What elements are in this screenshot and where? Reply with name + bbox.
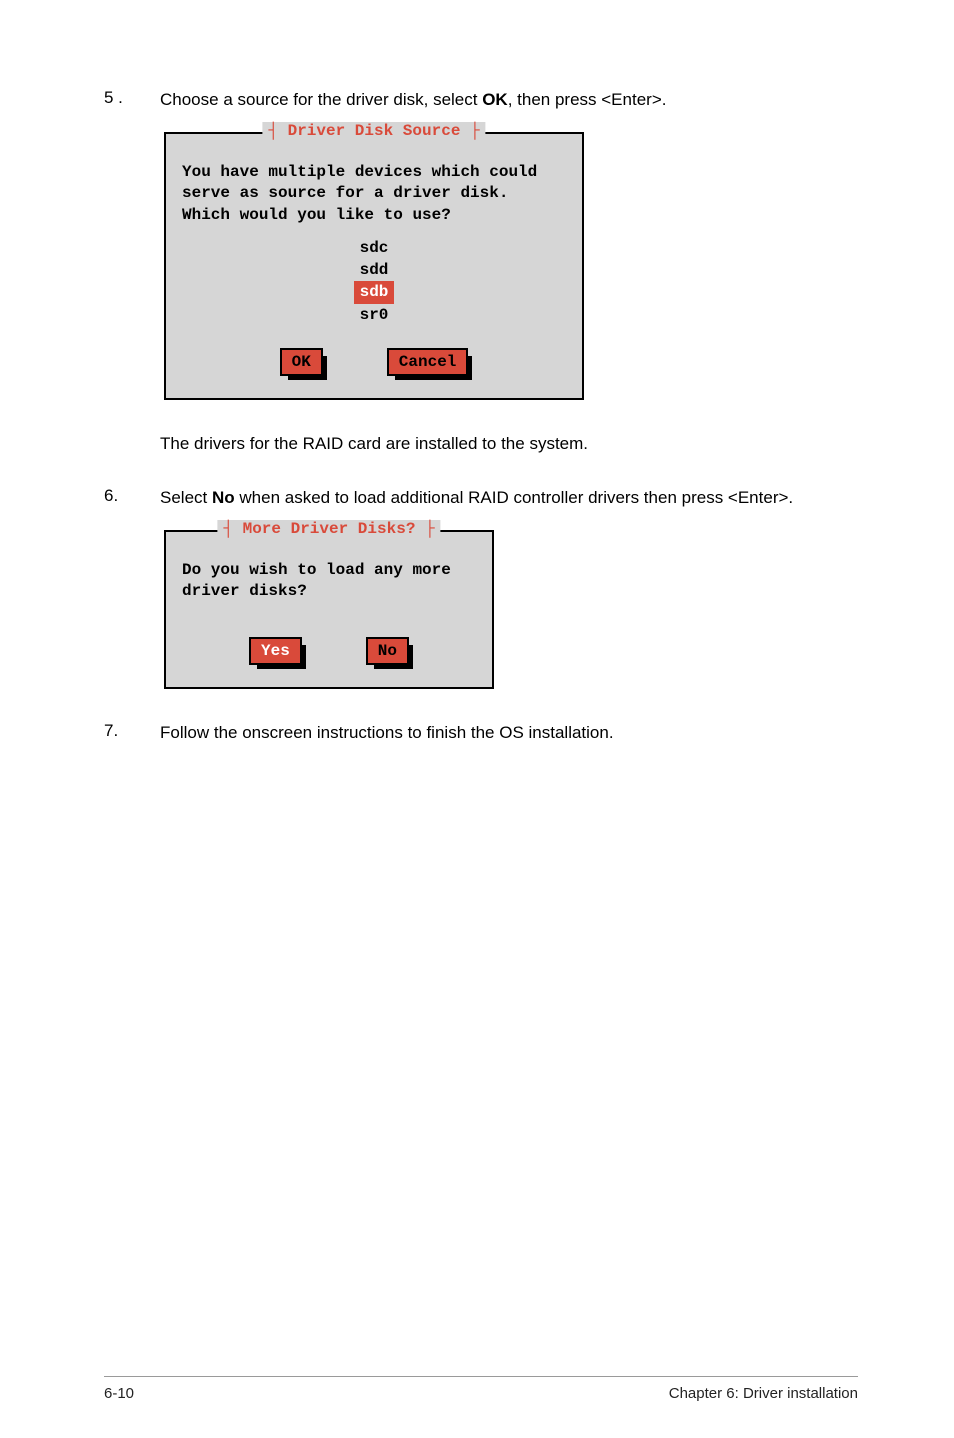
- dialog-1-title: ┤ Driver Disk Source ├: [262, 122, 485, 140]
- dialog-2-title-text: More Driver Disks?: [243, 520, 416, 538]
- step-7-number: 7.: [104, 721, 160, 745]
- driver-disk-source-dialog: ┤ Driver Disk Source ├ You have multiple…: [164, 132, 584, 400]
- footer-chapter: Chapter 6: Driver installation: [669, 1385, 858, 1402]
- page-footer: 6-10 Chapter 6: Driver installation: [104, 1376, 858, 1402]
- mid-paragraph: The drivers for the RAID card are instal…: [160, 432, 858, 456]
- ok-button[interactable]: OK: [280, 348, 323, 376]
- step-6-text-a: Select: [160, 488, 212, 507]
- dialog-2-title: ┤ More Driver Disks? ├: [217, 520, 440, 538]
- dialog-2-wrap: ┤ More Driver Disks? ├ Do you wish to lo…: [164, 530, 858, 689]
- step-5-text-a: Choose a source for the driver disk, sel…: [160, 90, 482, 109]
- dialog-1-wrap: ┤ Driver Disk Source ├ You have multiple…: [164, 132, 858, 400]
- dialog-1-options: sdc sdd sdb sr0: [178, 237, 570, 327]
- option-sdc[interactable]: sdc: [354, 237, 395, 259]
- option-sdb[interactable]: sdb: [354, 281, 395, 303]
- step-5-text: Choose a source for the driver disk, sel…: [160, 88, 666, 112]
- dialog-2-body: Do you wish to load any more driver disk…: [182, 560, 476, 603]
- cancel-button[interactable]: Cancel: [387, 348, 469, 376]
- step-6-number: 6.: [104, 486, 160, 510]
- step-5-bold: OK: [482, 90, 508, 109]
- dialog-1-title-text: Driver Disk Source: [288, 122, 461, 140]
- step-7: 7. Follow the onscreen instructions to f…: [104, 721, 858, 745]
- more-driver-disks-dialog: ┤ More Driver Disks? ├ Do you wish to lo…: [164, 530, 494, 689]
- step-5: 5 . Choose a source for the driver disk,…: [104, 88, 858, 112]
- step-5-number: 5 .: [104, 88, 160, 112]
- option-sr0[interactable]: sr0: [354, 304, 395, 326]
- dialog-1-buttons: OK Cancel: [178, 348, 570, 376]
- step-6: 6. Select No when asked to load addition…: [104, 486, 858, 510]
- yes-button[interactable]: Yes: [249, 637, 302, 665]
- step-6-bold: No: [212, 488, 235, 507]
- step-7-text: Follow the onscreen instructions to fini…: [160, 721, 614, 745]
- step-6-text-c: when asked to load additional RAID contr…: [235, 488, 793, 507]
- step-6-text: Select No when asked to load additional …: [160, 486, 793, 510]
- step-5-text-c: , then press <Enter>.: [508, 90, 667, 109]
- dialog-1-body: You have multiple devices which could se…: [182, 162, 566, 227]
- option-sdd[interactable]: sdd: [354, 259, 395, 281]
- no-button[interactable]: No: [366, 637, 409, 665]
- dialog-2-buttons: Yes No: [178, 637, 480, 665]
- footer-page-number: 6-10: [104, 1385, 134, 1402]
